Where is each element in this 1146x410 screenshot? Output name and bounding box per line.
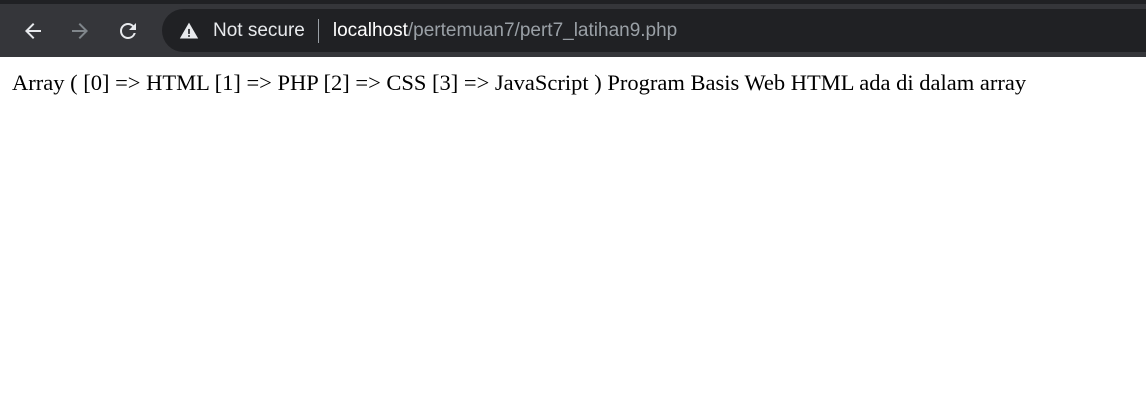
url-text[interactable]: localhost/pertemuan7/pert7_latihan9.php [333, 20, 677, 42]
forward-button[interactable] [63, 14, 97, 48]
browser-toolbar: Not secure localhost/pertemuan7/pert7_la… [0, 0, 1146, 57]
warning-triangle-icon [179, 21, 199, 41]
php-output-text: Array ( [0] => HTML [1] => PHP [2] => CS… [12, 70, 1027, 95]
back-button[interactable] [16, 14, 50, 48]
security-indicator[interactable]: Not secure [162, 9, 305, 52]
arrow-left-icon [25, 23, 41, 39]
reload-icon [120, 23, 136, 39]
reload-button[interactable] [111, 14, 145, 48]
arrow-right-icon [72, 23, 88, 39]
url-host: localhost [332, 19, 408, 41]
omnibox-divider [317, 18, 319, 43]
security-label: Not secure [213, 19, 305, 41]
url-path: /pertemuan7/pert7_latihan9.php [407, 19, 678, 41]
address-bar[interactable]: Not secure localhost/pertemuan7/pert7_la… [162, 9, 1146, 52]
